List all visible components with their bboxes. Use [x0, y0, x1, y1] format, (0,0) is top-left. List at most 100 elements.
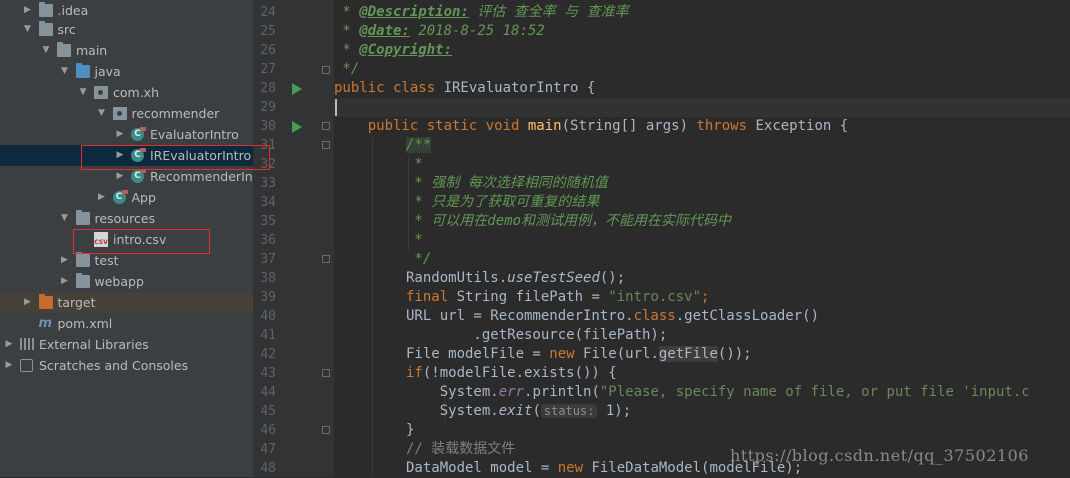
tree-item[interactable]: ▶ C IREvaluatorIntro [0, 145, 253, 166]
folder-icon [75, 273, 90, 288]
chevron-right-icon[interactable]: ▶ [4, 334, 14, 355]
run-main-icon[interactable] [292, 121, 302, 133]
code-line-25: * @date: 2018-8-25 18:52 [334, 23, 545, 39]
tree-item-label: recommender [131, 106, 220, 121]
code-line-31: /** [406, 137, 432, 153]
chevron-right-icon[interactable]: ▶ [115, 145, 125, 166]
line-number: 36 [260, 233, 276, 248]
fold-marker-icon[interactable] [322, 426, 330, 434]
chevron-down-icon[interactable]: ▼ [60, 208, 70, 229]
tree-item[interactable]: ▶ .idea [0, 0, 253, 21]
tree-item-label: test [94, 253, 119, 268]
fold-marker-icon[interactable] [322, 369, 330, 377]
chevron-right-icon[interactable]: ▶ [97, 187, 107, 208]
tree-item[interactable]: ▶ test [0, 250, 253, 271]
tree-item[interactable]: ▶ C App [0, 187, 253, 208]
tree-item-label: src [57, 22, 76, 37]
package-icon [112, 107, 127, 120]
java-class-icon: C [131, 127, 146, 141]
csv-file-icon: CSV [94, 232, 108, 247]
tree-item-label: RecommenderIntro [150, 169, 253, 184]
line-number: 44 [260, 385, 276, 400]
tree-item-label: External Libraries [39, 337, 149, 352]
line-number: 46 [260, 423, 276, 438]
line-number: 45 [260, 404, 276, 419]
code-line-33: * 强制 每次选择相同的随机值 [406, 175, 608, 191]
line-number: 42 [260, 347, 276, 362]
line-number: 32 [260, 157, 276, 172]
chevron-right-icon[interactable]: ▶ [60, 250, 70, 271]
tree-item[interactable]: ▼ src [0, 19, 253, 40]
tree-item[interactable]: ▶ C RecommenderIntro [0, 166, 253, 187]
fold-marker-icon[interactable] [322, 141, 330, 149]
project-tree-panel: ▶ .idea ▼ src ▼ main ▼ java ▼ com.xh ▼ recommender ▶… [0, 0, 254, 477]
code-line-42: File modelFile = new File(url.getFile())… [406, 346, 752, 362]
chevron-right-icon[interactable]: ▶ [60, 271, 70, 292]
folder-icon [38, 2, 53, 17]
line-number: 43 [260, 366, 276, 381]
chevron-down-icon[interactable]: ▼ [41, 40, 51, 61]
tree-item[interactable]: ▶ target [0, 292, 253, 313]
tree-item-label: java [94, 64, 121, 79]
tree-item-label: pom.xml [57, 316, 113, 331]
line-number: 31 [260, 138, 276, 153]
tree-item-label: IREvaluatorIntro [150, 148, 252, 163]
line-number: 35 [260, 214, 276, 229]
code-line-38: RandomUtils.useTestSeed(); [406, 270, 626, 286]
folder-icon [75, 252, 90, 267]
code-line-46: } [406, 422, 415, 438]
tree-item[interactable]: ▼ resources [0, 208, 253, 229]
chevron-right-icon[interactable]: ▶ [4, 355, 14, 376]
fold-marker-icon[interactable] [322, 66, 330, 74]
chevron-down-icon[interactable]: ▼ [78, 82, 88, 103]
code-line-30: public static void main(String[] args) t… [334, 118, 849, 134]
code-line-27: */ [334, 61, 360, 77]
chevron-right-icon[interactable]: ▶ [115, 166, 125, 187]
chevron-right-icon[interactable]: ▶ [115, 124, 125, 145]
line-number: 30 [260, 119, 276, 134]
tree-item-label: com.xh [113, 85, 159, 100]
code-line-37: */ [406, 251, 432, 267]
tree-item-label: EvaluatorIntro [150, 127, 239, 142]
chevron-down-icon[interactable]: ▼ [23, 19, 33, 40]
run-class-icon[interactable] [292, 83, 302, 95]
text-caret [335, 99, 337, 116]
line-number: 27 [260, 62, 276, 77]
code-line-24: * @Description: 评估 查全率 与 查准率 [334, 4, 629, 20]
chevron-right-icon[interactable]: ▶ [23, 0, 33, 21]
code-line-41: .getResource(filePath); [406, 327, 668, 343]
code-line-47: // 装载数据文件 [406, 441, 516, 457]
library-icon [20, 338, 34, 350]
fold-marker-icon[interactable] [322, 255, 330, 263]
tree-item[interactable]: ▶ webapp [0, 271, 253, 292]
tree-item[interactable]: ▼ recommender [0, 103, 253, 124]
line-number: 38 [260, 271, 276, 286]
chevron-right-icon[interactable]: ▶ [23, 292, 33, 313]
tree-item-label: webapp [94, 274, 144, 289]
tree-item[interactable]: ▶ C EvaluatorIntro [0, 124, 253, 145]
fold-marker-icon[interactable] [322, 122, 330, 130]
tree-item[interactable]: ▼ main [0, 40, 253, 61]
tree-item[interactable]: ▶ Scratches and Consoles [0, 355, 253, 376]
code-line-44: System.err.println("Please, specify name… [406, 384, 1030, 400]
line-number: 24 [260, 5, 276, 20]
line-number: 41 [260, 328, 276, 343]
tree-item[interactable]: m pom.xml [0, 313, 253, 334]
tree-item[interactable]: ▼ com.xh [0, 82, 253, 103]
tree-item[interactable]: ▼ java [0, 61, 253, 82]
code-line-28: public class IREvaluatorIntro { [334, 80, 596, 96]
chevron-down-icon[interactable]: ▼ [60, 61, 70, 82]
line-number: 37 [260, 252, 276, 267]
chevron-down-icon[interactable]: ▼ [97, 103, 107, 124]
tree-item-label: resources [94, 211, 156, 226]
line-number: 26 [260, 43, 276, 58]
scratch-icon [20, 359, 33, 372]
line-number: 33 [260, 176, 276, 191]
resources-folder-icon [75, 210, 90, 225]
tree-item-label: target [57, 295, 96, 310]
tree-item[interactable]: ▶ External Libraries [0, 334, 253, 355]
code-line-43: if(!modelFile.exists()) { [406, 365, 617, 381]
folder-icon [38, 294, 53, 309]
tree-item[interactable]: CSV intro.csv [0, 229, 253, 250]
package-icon [94, 86, 108, 99]
